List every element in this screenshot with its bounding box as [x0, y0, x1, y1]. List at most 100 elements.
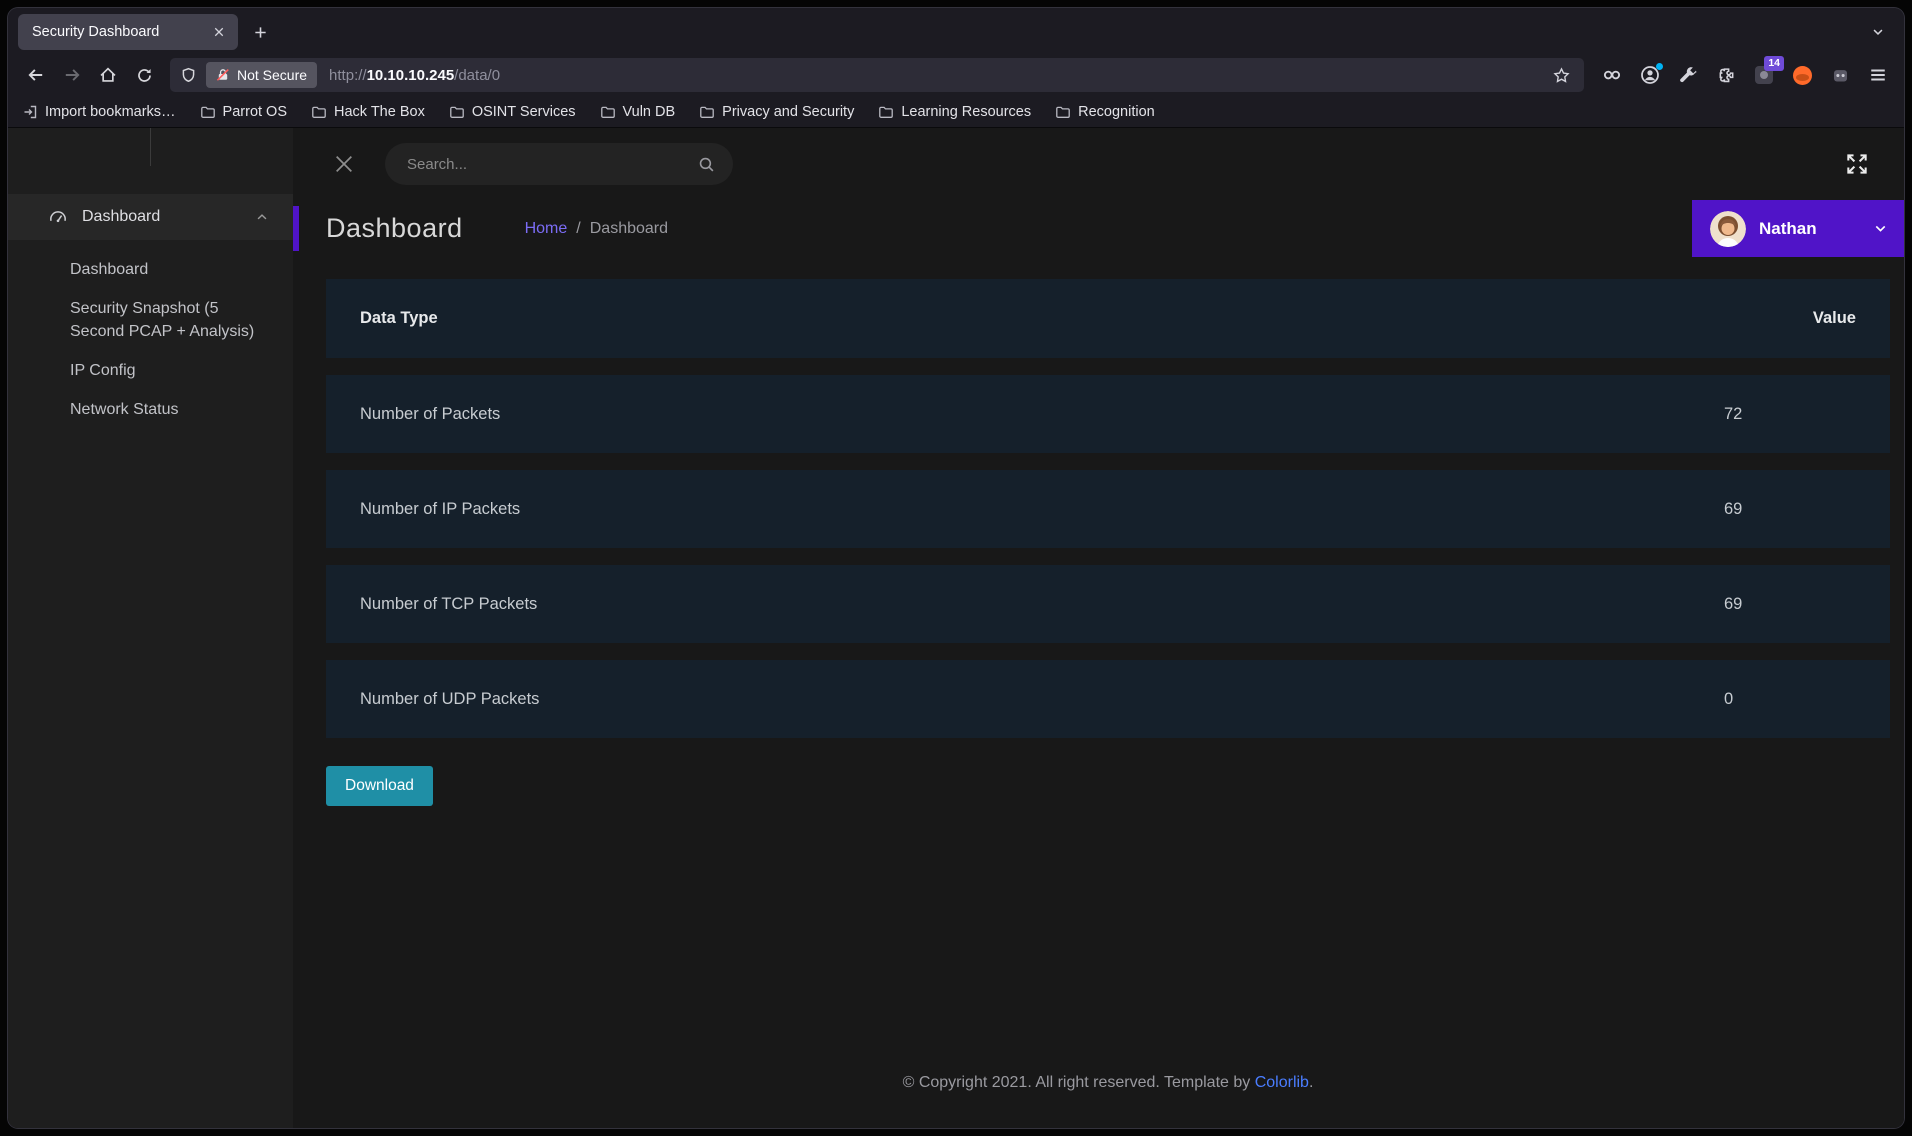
close-icon [213, 26, 225, 38]
forward-arrow-icon [63, 66, 81, 84]
not-secure-chip[interactable]: Not Secure [206, 62, 317, 88]
bookmark-label: OSINT Services [472, 104, 576, 120]
dashboard-body: Data Type Value Number of Packets 72 Num… [293, 257, 1904, 1128]
extension-count-badge: 14 [1764, 56, 1784, 71]
sidebar-item-ip-config[interactable]: IP Config [70, 359, 267, 382]
bookmark-folder-vuln-db[interactable]: Vuln DB [600, 104, 676, 120]
bookmark-folder-recognition[interactable]: Recognition [1055, 104, 1155, 120]
folder-icon [878, 104, 894, 120]
breadcrumb-current: Dashboard [590, 220, 668, 238]
puzzle-icon [1717, 66, 1736, 85]
bookmark-folder-parrot-os[interactable]: Parrot OS [200, 104, 287, 120]
row-value: 69 [1724, 595, 1856, 614]
bookmark-folder-osint-services[interactable]: OSINT Services [449, 104, 576, 120]
colorlib-link[interactable]: Colorlib [1255, 1074, 1309, 1091]
sidebar-toggle-button[interactable] [331, 151, 357, 177]
back-button[interactable] [20, 60, 52, 90]
import-bookmarks-label: Import bookmarks… [45, 104, 176, 120]
list-all-tabs-button[interactable] [1864, 18, 1892, 46]
url-bar[interactable]: Not Secure http://10.10.10.245/data/0 [170, 58, 1584, 92]
sidebar-section-label: Dashboard [82, 208, 241, 226]
folder-icon [699, 104, 715, 120]
table-row: Number of Packets 72 [326, 375, 1890, 453]
home-button[interactable] [92, 60, 124, 90]
foxyproxy-button[interactable] [1788, 61, 1816, 89]
fox-icon [1793, 66, 1812, 85]
extensions-puzzle-button[interactable] [1712, 61, 1740, 89]
breadcrumb-home-link[interactable]: Home [525, 220, 568, 238]
page-title: Dashboard [326, 213, 463, 244]
row-data-type: Number of TCP Packets [360, 595, 1724, 614]
infinity-extension-button[interactable] [1598, 61, 1626, 89]
reload-button[interactable] [128, 60, 160, 90]
tab-close-button[interactable] [209, 22, 229, 42]
bookmark-folder-learning-resources[interactable]: Learning Resources [878, 104, 1031, 120]
star-icon [1553, 67, 1570, 84]
sidebar-item-security-snapshot[interactable]: Security Snapshot (5 Second PCAP + Analy… [70, 297, 267, 343]
table-header-value: Value [1724, 309, 1856, 328]
account-notification-dot [1656, 63, 1663, 70]
url-path: /data/0 [454, 67, 500, 84]
close-x-icon [333, 153, 355, 175]
tab-title: Security Dashboard [32, 24, 209, 40]
row-value: 72 [1724, 405, 1856, 424]
chevron-down-icon [1871, 25, 1885, 39]
url-host: 10.10.10.245 [367, 67, 455, 84]
breadcrumb: Home / Dashboard [525, 220, 668, 238]
chevron-down-icon [1873, 221, 1888, 236]
browser-tab[interactable]: Security Dashboard [18, 14, 238, 50]
folder-icon [1055, 104, 1071, 120]
search-box[interactable] [385, 143, 733, 185]
reload-icon [136, 67, 153, 84]
sidebar-submenu: Dashboard Security Snapshot (5 Second PC… [8, 240, 293, 437]
folder-icon [200, 104, 216, 120]
bookmark-label: Privacy and Security [722, 104, 854, 120]
table-row: Number of UDP Packets 0 [326, 660, 1890, 738]
search-button[interactable] [698, 156, 715, 173]
wrench-extension-button[interactable] [1674, 61, 1702, 89]
extra-extension-button[interactable] [1826, 61, 1854, 89]
page-title-bar: Dashboard Home / Dashboard [293, 200, 1904, 257]
bookmarks-toolbar: Import bookmarks… Parrot OS Hack The Box… [8, 96, 1904, 128]
folder-icon [311, 104, 327, 120]
hamburger-menu-icon [1869, 66, 1887, 84]
search-input[interactable] [407, 156, 698, 173]
speedometer-icon [48, 207, 68, 227]
user-menu[interactable]: Nathan [1692, 200, 1904, 257]
sidebar-top-divider [150, 128, 151, 166]
footer-text: © Copyright 2021. All right reserved. Te… [903, 1074, 1255, 1091]
home-icon [99, 66, 117, 84]
row-data-type: Number of IP Packets [360, 500, 1724, 519]
page-footer: © Copyright 2021. All right reserved. Te… [326, 1044, 1890, 1128]
forward-button[interactable] [56, 60, 88, 90]
sidebar-item-network-status[interactable]: Network Status [70, 398, 267, 421]
extension-with-badge-button[interactable]: 14 [1750, 61, 1778, 89]
table-row: Number of IP Packets 69 [326, 470, 1890, 548]
fullscreen-button[interactable] [1842, 149, 1872, 179]
table-header-data-type: Data Type [360, 309, 1724, 328]
url-text: http://10.10.10.245/data/0 [329, 67, 500, 84]
not-secure-label: Not Secure [237, 67, 307, 83]
chevron-up-icon [255, 210, 269, 224]
app-menu-button[interactable] [1864, 61, 1892, 89]
main-content: Dashboard Home / Dashboard [293, 128, 1904, 1128]
row-data-type: Number of Packets [360, 405, 1724, 424]
sidebar-section-dashboard[interactable]: Dashboard [8, 194, 293, 240]
browser-window: Security Dashboard [8, 8, 1904, 1128]
insecure-lock-icon [216, 68, 230, 82]
download-button[interactable]: Download [326, 766, 433, 806]
new-tab-button[interactable] [246, 18, 274, 46]
tracking-protection-shield-icon[interactable] [180, 67, 197, 84]
toolbar-extensions: 14 [1598, 61, 1892, 89]
account-button[interactable] [1636, 61, 1664, 89]
import-icon [22, 104, 38, 120]
folder-icon [449, 104, 465, 120]
bookmark-star-button[interactable] [1548, 62, 1574, 88]
navigation-toolbar: Not Secure http://10.10.10.245/data/0 [8, 54, 1904, 96]
sidebar-item-dashboard[interactable]: Dashboard [70, 258, 267, 281]
content-topbar [293, 128, 1904, 200]
bookmark-folder-privacy-and-security[interactable]: Privacy and Security [699, 104, 854, 120]
row-value: 69 [1724, 500, 1856, 519]
bookmark-folder-hack-the-box[interactable]: Hack The Box [311, 104, 425, 120]
import-bookmarks-button[interactable]: Import bookmarks… [22, 104, 176, 120]
